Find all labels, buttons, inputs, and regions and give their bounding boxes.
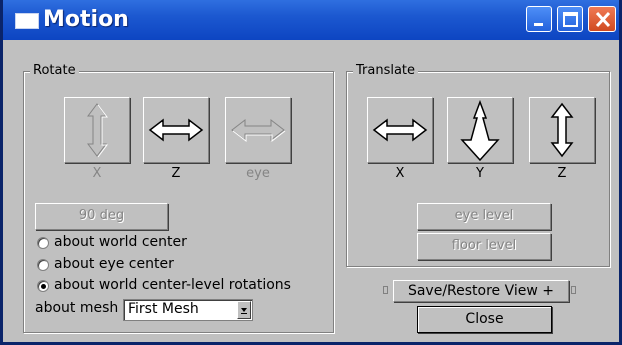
minimize-icon: [534, 23, 543, 26]
close-icon: [595, 11, 611, 28]
maximize-icon: [563, 12, 578, 27]
save-restore-right-handle: [571, 286, 576, 294]
dropdown-button[interactable]: [237, 301, 251, 319]
radio-button-selected[interactable]: [37, 280, 49, 292]
title-bar[interactable]: Motion: [3, 0, 619, 40]
radio-button[interactable]: [37, 259, 49, 271]
translate-group-label: Translate: [353, 63, 419, 78]
about-mesh-label: about mesh: [35, 300, 119, 316]
minimize-button[interactable]: [526, 6, 552, 32]
radio-dot-icon: [41, 284, 46, 289]
radio-label: about eye center: [54, 256, 174, 272]
rotate-group-label: Rotate: [30, 63, 79, 78]
mesh-select[interactable]: First Mesh: [123, 299, 253, 321]
chevron-down-icon: [241, 308, 247, 314]
rotate-z-button[interactable]: [143, 97, 209, 163]
translate-z-label: Z: [557, 166, 567, 181]
save-restore-left-handle: [383, 286, 388, 294]
rotate-90-deg-button[interactable]: 90 deg: [35, 203, 168, 230]
radio-label: about world center: [54, 234, 187, 250]
window-icon: [15, 13, 39, 29]
save-restore-view-button[interactable]: Save/Restore View +: [393, 280, 569, 302]
translate-z-button[interactable]: [529, 97, 595, 163]
vertical-double-arrow-icon: [550, 102, 574, 158]
translate-y-button[interactable]: [447, 97, 513, 163]
translate-x-button[interactable]: [367, 97, 433, 163]
translate-x-label: X: [395, 166, 405, 181]
perspective-arrow-icon: [460, 99, 500, 162]
floor-level-button[interactable]: floor level: [417, 233, 551, 260]
eye-level-button[interactable]: eye level: [417, 203, 551, 230]
rotate-x-button[interactable]: [64, 97, 130, 163]
rotate-eye-button[interactable]: [225, 97, 291, 163]
rotate-eye-label: eye: [246, 166, 270, 181]
mesh-select-value: First Mesh: [128, 301, 199, 317]
horizontal-double-arrow-icon: [231, 118, 286, 143]
close-button[interactable]: Close: [417, 306, 552, 333]
vertical-double-arrow-icon: [87, 103, 108, 158]
rotate-z-label: Z: [171, 166, 181, 181]
radio-label: about world center-level rotations: [54, 277, 291, 293]
window-title: Motion: [43, 7, 129, 32]
translate-y-label: Y: [476, 166, 484, 181]
maximize-button[interactable]: [557, 6, 583, 32]
horizontal-double-arrow-icon: [148, 118, 204, 142]
close-window-button[interactable]: [588, 6, 616, 32]
horizontal-double-arrow-icon: [372, 118, 428, 142]
radio-button[interactable]: [37, 237, 49, 249]
motion-window: Motion Rotate X Z eye 90 deg about world…: [0, 0, 622, 345]
rotate-x-label: X: [92, 166, 102, 181]
